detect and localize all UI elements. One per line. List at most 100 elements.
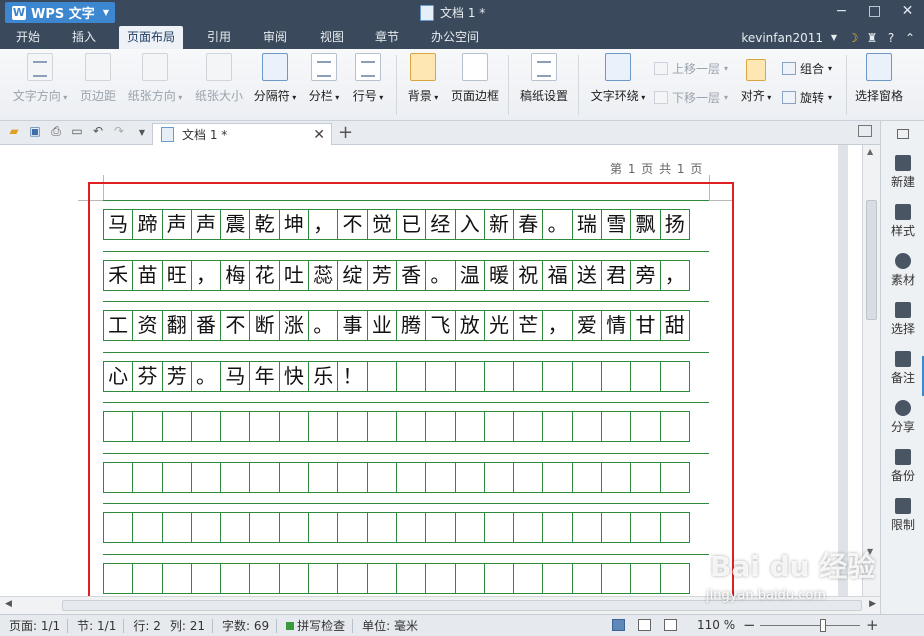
grid-cell[interactable] [513, 411, 544, 442]
zoom-slider[interactable] [760, 625, 860, 626]
tab-page-layout[interactable]: 页面布局 [119, 26, 184, 49]
grid-cell[interactable]: 。 [190, 360, 222, 392]
grid-cell[interactable] [542, 360, 573, 392]
grid-cell[interactable] [630, 360, 661, 392]
grid-cell[interactable] [454, 461, 485, 493]
undo-icon[interactable]: ↶ [90, 124, 106, 138]
tab-references[interactable]: 引用 [207, 26, 231, 49]
grid-cell[interactable]: 快 [278, 360, 310, 392]
chevron-down-icon[interactable]: ▼ [826, 33, 842, 42]
grid-cell[interactable]: 乐 [308, 360, 339, 392]
document-canvas[interactable]: 第 1 页 共 1 页 马蹄声声震乾坤，不觉已经入新春。瑞雪飘扬禾苗旺，梅花吐蕊… [0, 145, 862, 596]
scroll-right-icon[interactable]: ▶ [869, 599, 876, 609]
grid-cell[interactable] [249, 512, 280, 543]
grid-cell[interactable] [190, 461, 222, 493]
grid-cell[interactable]: 已 [395, 209, 427, 240]
grid-cell[interactable]: 蕊 [308, 259, 339, 291]
grid-cell[interactable]: 。 [308, 310, 339, 341]
line-numbers-button[interactable]: 行号 ▾ [349, 53, 387, 104]
grid-cell[interactable] [630, 411, 661, 442]
grid-cell[interactable] [190, 512, 222, 543]
grid-cell[interactable]: 经 [425, 209, 456, 240]
grid-cell[interactable] [571, 360, 603, 392]
grid-cell[interactable] [220, 512, 251, 543]
breaks-button[interactable]: 分隔符 ▾ [251, 53, 299, 104]
grid-cell[interactable]: 新 [483, 209, 515, 240]
web-view-icon[interactable] [664, 619, 677, 631]
grid-cell[interactable]: 事 [337, 310, 368, 341]
grid-cell[interactable] [542, 562, 573, 594]
grid-cell[interactable]: 甘 [630, 310, 661, 341]
grid-cell[interactable] [395, 360, 427, 392]
open-folder-icon[interactable]: ▰ [6, 124, 22, 138]
grid-cell[interactable] [659, 512, 690, 543]
grid-cell[interactable] [249, 461, 280, 493]
grid-cell[interactable] [337, 461, 368, 493]
redo-icon[interactable]: ↷ [111, 124, 127, 138]
bring-forward-button[interactable]: 上移一层 ▾ [654, 60, 728, 77]
grid-cell[interactable] [132, 512, 163, 543]
zoom-slider-handle[interactable] [820, 619, 826, 632]
grid-cell[interactable]: 震 [220, 209, 251, 240]
grid-cell[interactable]: 君 [601, 259, 632, 291]
side-select-button[interactable]: 选择 [881, 302, 924, 337]
grid-cell[interactable] [483, 411, 515, 442]
grid-cell[interactable]: 乾 [249, 209, 280, 240]
side-backup-button[interactable]: 备份 [881, 449, 924, 484]
grid-cell[interactable] [425, 512, 456, 543]
text-wrap-button[interactable]: 文字环绕 ▾ [588, 53, 648, 104]
grid-cell[interactable] [278, 461, 310, 493]
grid-cell[interactable] [395, 461, 427, 493]
grid-cell[interactable] [395, 562, 427, 594]
tab-home[interactable]: 开始 [16, 26, 40, 49]
grid-cell[interactable] [513, 461, 544, 493]
grid-cell[interactable] [513, 360, 544, 392]
page-border-button[interactable]: 页面边框 [450, 53, 500, 104]
grid-cell[interactable] [337, 512, 368, 543]
grid-cell[interactable]: 腾 [395, 310, 427, 341]
grid-cell[interactable] [659, 461, 690, 493]
print-icon[interactable]: ⎙ [48, 124, 64, 139]
zoom-in-button[interactable]: + [866, 616, 879, 634]
grid-cell[interactable]: 送 [571, 259, 603, 291]
grid-cell[interactable] [542, 411, 573, 442]
grid-cell[interactable] [132, 461, 163, 493]
shirt-icon[interactable]: ♜ [864, 31, 880, 45]
save-icon[interactable]: ▣ [27, 124, 43, 138]
grid-cell[interactable] [103, 562, 134, 594]
grid-cell[interactable]: 。 [542, 209, 573, 240]
grid-cell[interactable]: 绽 [337, 259, 368, 291]
grid-cell[interactable] [190, 562, 222, 594]
align-button[interactable]: 对齐 ▾ [738, 53, 774, 104]
side-share-button[interactable]: 分享 [881, 400, 924, 435]
zoom-level[interactable]: 110 % [697, 618, 735, 632]
tab-review[interactable]: 审阅 [263, 26, 287, 49]
text-direction-button[interactable]: 文字方向 ▾ [10, 53, 70, 104]
grid-cell[interactable]: ！ [337, 360, 368, 392]
grid-cell[interactable] [454, 360, 485, 392]
grid-cell[interactable]: 心 [103, 360, 134, 392]
grid-cell[interactable]: 涨 [278, 310, 310, 341]
grid-cell[interactable] [571, 461, 603, 493]
grid-cell[interactable]: 工 [103, 310, 134, 341]
grid-cell[interactable]: ， [542, 310, 573, 341]
grid-cell[interactable]: 翻 [161, 310, 192, 341]
grid-cell[interactable] [278, 562, 310, 594]
rotate-button[interactable]: 旋转 ▾ [782, 89, 832, 106]
grid-cell[interactable] [220, 562, 251, 594]
grid-cell[interactable] [366, 562, 397, 594]
grid-cell[interactable]: 光 [483, 310, 515, 341]
document-tab[interactable]: 文档 1 * ✕ [152, 123, 332, 145]
maximize-button[interactable]: □ [858, 0, 891, 22]
grid-paper-button[interactable]: 稿纸设置 [518, 53, 570, 104]
grid-cell[interactable]: 禾 [103, 259, 134, 291]
grid-cell[interactable]: 芳 [366, 259, 397, 291]
grid-cell[interactable]: 情 [601, 310, 632, 341]
grid-cell[interactable]: 吐 [278, 259, 310, 291]
minimize-button[interactable]: − [825, 0, 858, 22]
vertical-scrollbar[interactable]: ▲ ▼ [862, 145, 880, 596]
grid-cell[interactable] [249, 411, 280, 442]
grid-cell[interactable]: 梅 [220, 259, 251, 291]
grid-cell[interactable] [161, 461, 192, 493]
selection-pane-button[interactable]: 选择窗格 [853, 53, 905, 104]
